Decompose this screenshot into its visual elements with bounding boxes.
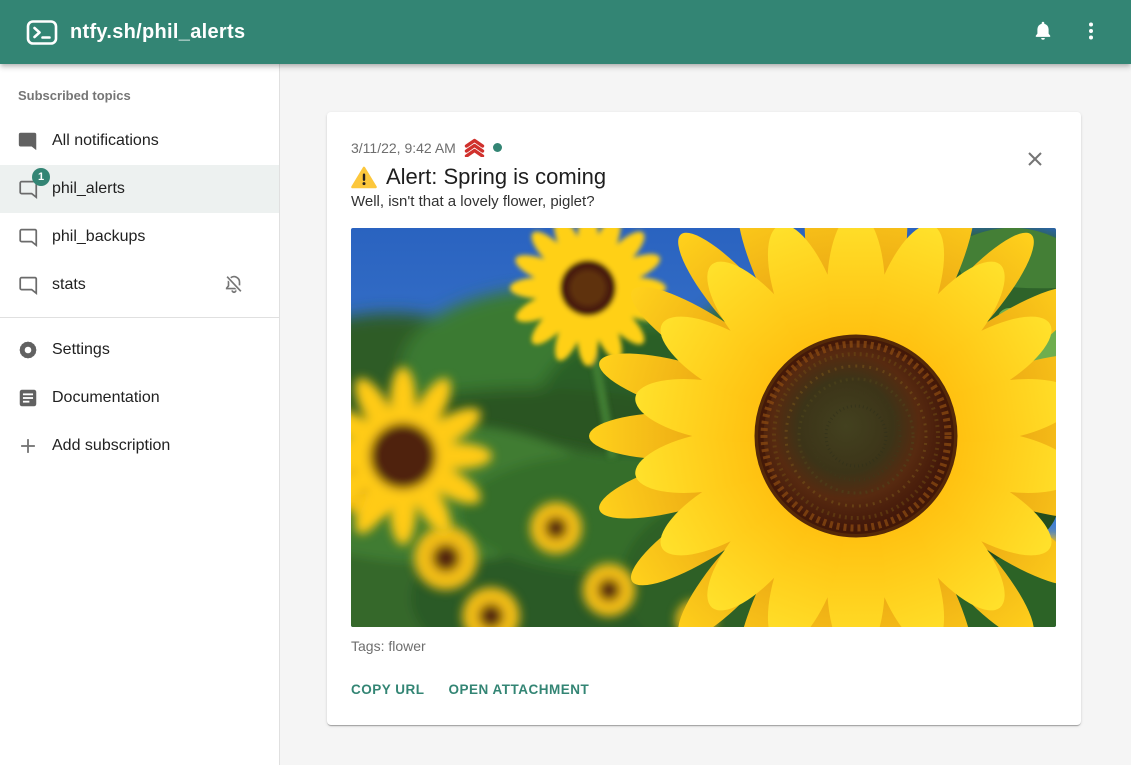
- sidebar-item-all-notifications[interactable]: All notifications: [0, 117, 279, 165]
- copy-url-button[interactable]: COPY URL: [351, 678, 425, 701]
- sidebar-item-settings[interactable]: Settings: [0, 326, 279, 374]
- sidebar-item-phil-alerts[interactable]: 1 phil_alerts: [0, 165, 279, 213]
- sidebar-item-label: phil_alerts: [52, 180, 263, 198]
- main-content: 3/11/22, 9:42 AM Alert: Spring is coming: [281, 64, 1131, 765]
- notification-body: Well, isn't that a lovely flower, piglet…: [351, 193, 1057, 210]
- gear-icon: [16, 338, 40, 362]
- sidebar-item-documentation[interactable]: Documentation: [0, 374, 279, 422]
- sidebar-item-label: stats: [52, 276, 211, 294]
- sidebar-item-label: Settings: [52, 341, 263, 359]
- open-attachment-button[interactable]: OPEN ATTACHMENT: [449, 678, 590, 701]
- unread-dot: [493, 143, 502, 152]
- sidebar-item-phil-backups[interactable]: phil_backups: [0, 213, 279, 261]
- sidebar-item-label: Documentation: [52, 389, 263, 407]
- article-icon: [16, 386, 40, 410]
- notifications-button[interactable]: [1019, 8, 1067, 56]
- app-bar: ntfy.sh/phil_alerts: [0, 0, 1131, 64]
- timestamp: 3/11/22, 9:42 AM: [351, 140, 456, 156]
- overflow-menu-icon: [1079, 19, 1103, 46]
- close-button[interactable]: [1015, 140, 1055, 180]
- overflow-menu-button[interactable]: [1067, 8, 1115, 56]
- attachment-image[interactable]: [351, 228, 1056, 627]
- chat-bubble-outline-icon: [16, 225, 40, 249]
- priority-max-icon: [463, 138, 486, 157]
- sidebar-divider: [0, 317, 279, 318]
- warning-triangle-icon: [351, 166, 377, 189]
- sidebar: Subscribed topics All notifications 1 ph…: [0, 64, 280, 765]
- notification-card: 3/11/22, 9:42 AM Alert: Spring is coming: [327, 112, 1081, 725]
- bell-icon: [1031, 19, 1055, 46]
- notification-title-row: Alert: Spring is coming: [351, 164, 1057, 190]
- bell-off-icon: [223, 273, 247, 297]
- notification-title: Alert: Spring is coming: [386, 164, 606, 190]
- sidebar-item-stats[interactable]: stats: [0, 261, 279, 309]
- close-icon: [1025, 149, 1045, 172]
- page-title: ntfy.sh/phil_alerts: [70, 21, 245, 44]
- chat-bubble-filled-icon: [16, 129, 40, 153]
- terminal-icon: [26, 19, 58, 46]
- chat-bubble-outline-icon: 1: [16, 177, 40, 201]
- tags-text: Tags: flower: [351, 638, 1057, 654]
- chat-bubble-outline-icon: [16, 273, 40, 297]
- sidebar-item-label: Add subscription: [52, 437, 263, 455]
- notification-meta: 3/11/22, 9:42 AM: [351, 138, 1057, 157]
- plus-icon: [16, 434, 40, 458]
- sidebar-item-label: All notifications: [52, 132, 263, 150]
- sidebar-item-label: phil_backups: [52, 228, 263, 246]
- subscribed-topics-label: Subscribed topics: [0, 88, 279, 117]
- sidebar-item-add-subscription[interactable]: Add subscription: [0, 422, 279, 470]
- unread-count-badge: 1: [32, 168, 50, 186]
- card-actions: COPY URL OPEN ATTACHMENT: [351, 678, 1057, 701]
